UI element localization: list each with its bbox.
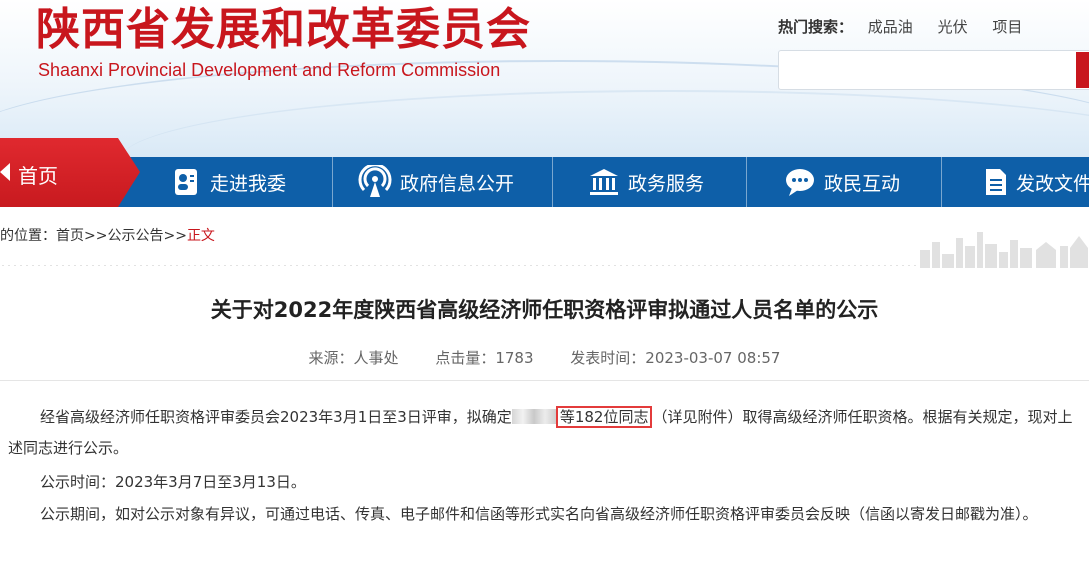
article-paragraph: 公示期间，如对公示对象有异议，可通过电话、传真、电子邮件和信函等形式实名向省高级… <box>40 505 1038 523</box>
page: 陕西省发展和改革委员会 Shaanxi Provincial Developme… <box>0 0 1089 569</box>
nav-home-label[interactable]: 首页 <box>18 160 58 189</box>
breadcrumb-home-link[interactable]: 首页 <box>56 228 84 244</box>
breadcrumb-section-link[interactable]: 公示公告 <box>107 228 163 244</box>
search-input[interactable] <box>778 50 1089 90</box>
nav-item-label: 政务服务 <box>628 172 705 195</box>
nav-item-label: 发改文件 <box>1016 172 1089 195</box>
site-logo-chinese[interactable]: 陕西省发展和改革委员会 <box>36 2 531 58</box>
paragraph-text: 经省高级经济师任职资格评审委员会2023年3月1日至3日评审，拟确定 <box>40 408 512 426</box>
meta-divider <box>0 380 1089 381</box>
hot-keyword-link[interactable]: 项目 <box>992 18 1022 36</box>
nav-item-documents[interactable]: 发改文件 <box>984 157 1089 207</box>
breadcrumb-separator: >> <box>84 228 108 244</box>
breadcrumb-prefix: 的位置： <box>0 228 56 244</box>
breadcrumb-divider <box>0 264 920 267</box>
article-paragraph: 公示时间：2023年3月7日至3月13日。 <box>40 473 306 491</box>
nav-item-services[interactable]: 政务服务 <box>588 157 704 207</box>
nav-item-gov-info[interactable]: 政府信息公开 <box>358 157 514 207</box>
highlighted-count: 等182位同志 <box>555 406 653 428</box>
nav-divider <box>941 157 942 207</box>
hot-keyword-link[interactable]: 成品油 <box>868 18 913 36</box>
nav-divider <box>332 157 333 207</box>
hot-search: 热门搜索： 成品油 光伏 项目 <box>778 16 1042 37</box>
search-button[interactable] <box>1076 52 1089 88</box>
article-click-count: 点击量：1783 <box>435 349 534 367</box>
hot-search-label: 热门搜索： <box>778 18 854 36</box>
nav-divider <box>746 157 747 207</box>
nav-item-label: 政民互动 <box>824 172 901 195</box>
article-title: 关于对2022年度陕西省高级经济师任职资格评审拟通过人员名单的公示 <box>210 298 879 322</box>
nav-item-label: 走进我委 <box>210 172 287 195</box>
nav-divider <box>552 157 553 207</box>
article-paragraph: 经省高级经济师任职资格评审委员会2023年3月1日至3日评审，拟确定 等182位同… <box>8 402 1078 464</box>
breadcrumb-current: 正文 <box>186 228 215 244</box>
hot-keyword-link[interactable]: 光伏 <box>938 18 968 36</box>
skyline-decoration <box>920 232 1088 268</box>
broadcast-icon <box>358 165 392 197</box>
breadcrumb-separator: >> <box>163 228 187 244</box>
article-source: 来源：人事处 <box>308 349 399 367</box>
profile-card-icon <box>175 169 197 195</box>
article-meta: 来源：人事处 点击量：1783 发表时间：2023-03-07 08:57 <box>0 347 1089 368</box>
chat-bubble-icon <box>786 169 814 196</box>
document-icon <box>986 169 1006 195</box>
nav-item-about[interactable]: 走进我委 <box>172 157 286 207</box>
breadcrumb: 的位置：首页>>公示公告>>正文 <box>0 225 215 245</box>
article-publish-time: 发表时间：2023-03-07 08:57 <box>570 349 781 367</box>
nav-item-interaction[interactable]: 政民互动 <box>784 157 900 207</box>
home-icon <box>0 163 10 181</box>
main-nav <box>0 157 1089 207</box>
redacted-name <box>511 409 556 424</box>
nav-item-label: 政府信息公开 <box>400 172 515 195</box>
site-logo-english[interactable]: Shaanxi Provincial Development and Refor… <box>38 60 500 81</box>
government-building-icon <box>590 169 618 195</box>
